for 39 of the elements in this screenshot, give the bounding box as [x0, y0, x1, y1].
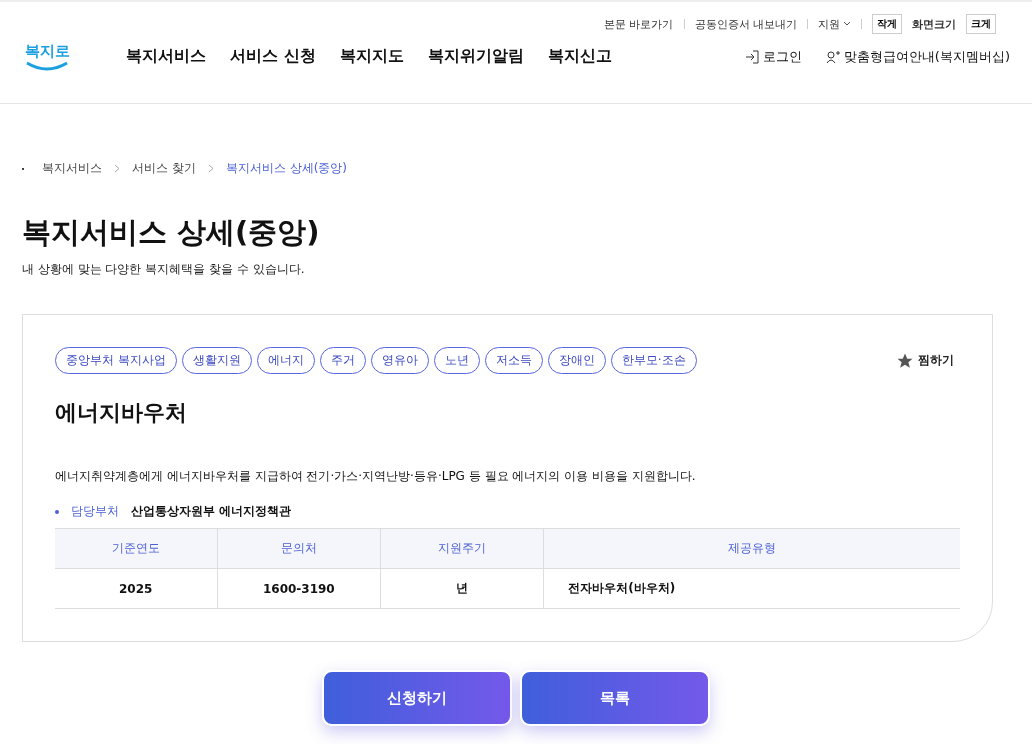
- breadcrumb-link[interactable]: 복지서비스 상세(중앙): [225, 160, 347, 177]
- table-cell: 년: [380, 568, 544, 609]
- support-dropdown[interactable]: 지원: [818, 16, 851, 32]
- chevron-down-icon: [843, 21, 851, 27]
- table-cell: 2025: [55, 568, 218, 609]
- membership-link[interactable]: 맞춤형급여안내(복지멤버십): [825, 47, 1010, 66]
- department-value: 산업통상자원부 에너지정책관: [131, 503, 292, 520]
- nav-link[interactable]: 서비스 신청: [230, 46, 316, 67]
- page-subtitle: 내 상황에 맞는 다양한 복지혜택을 찾을 수 있습니다.: [22, 261, 306, 278]
- breadcrumb-link[interactable]: 복지서비스: [42, 160, 102, 177]
- table-cell: 전자바우처(바우처): [543, 568, 960, 609]
- user-add-icon: [825, 49, 840, 64]
- service-description: 에너지취약계층에게 에너지바우처를 지급하여 전기·가스·지역난방·등유·LPG 등 필요 에너지의 이용 비용을 지원합니다.: [55, 468, 697, 485]
- login-link[interactable]: 로그인: [744, 47, 802, 66]
- nav-link[interactable]: 복지신고: [547, 46, 612, 67]
- breadcrumb-link[interactable]: 서비스 찾기: [132, 160, 196, 177]
- list-button[interactable]: 목록: [520, 670, 710, 726]
- page-title: 복지서비스 상세(중앙): [22, 214, 321, 251]
- apply-button[interactable]: 신청하기: [322, 670, 512, 726]
- util-link[interactable]: 공동인증서 내보내기: [694, 16, 797, 32]
- util-link[interactable]: 본문 바로가기: [604, 16, 674, 32]
- column-header: 문의처: [217, 528, 381, 569]
- favorite-button[interactable]: 찜하기: [890, 350, 960, 371]
- column-header: 기준연도: [55, 528, 218, 569]
- service-title: 에너지바우처: [55, 399, 188, 427]
- nav-link[interactable]: 복지지도: [339, 46, 404, 67]
- chevron-icon: [114, 164, 120, 173]
- login-icon: [744, 49, 759, 64]
- font-small-button[interactable]: 작게: [872, 14, 902, 34]
- font-large-button[interactable]: 크게: [966, 14, 996, 34]
- column-header: 제공유형: [543, 528, 960, 569]
- chevron-icon: [207, 164, 214, 173]
- department-label: 담당부처: [71, 503, 119, 520]
- table-cell: 1600-3190: [217, 568, 381, 609]
- font-size-label: 화면크기: [912, 16, 956, 32]
- column-header: 지원주기: [380, 528, 544, 569]
- bullet-icon: [55, 509, 59, 514]
- nav-link[interactable]: 복지서비스: [126, 46, 206, 67]
- nav-link[interactable]: 복지위기알림: [427, 46, 524, 67]
